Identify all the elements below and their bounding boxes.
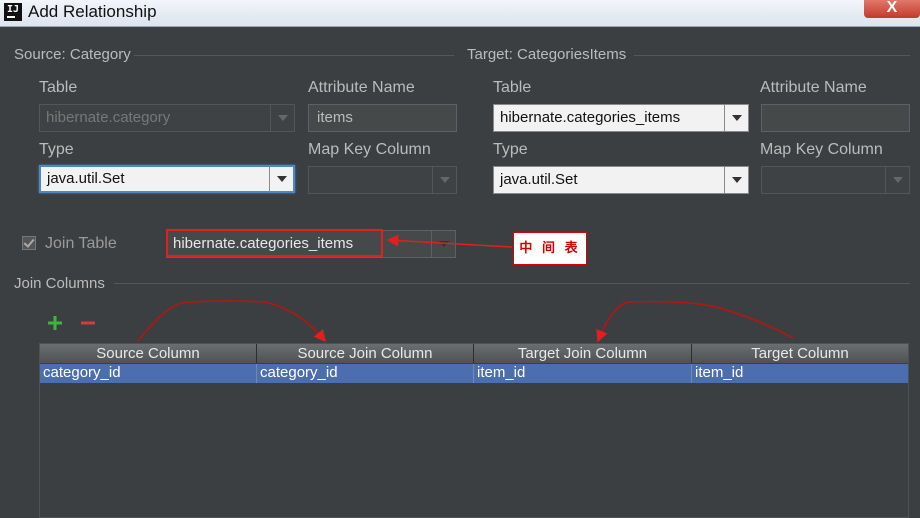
table-cell[interactable]: item_id xyxy=(692,364,908,383)
join-columns-table[interactable]: Source Column Source Join Column Target … xyxy=(39,343,909,518)
table-row[interactable]: category_id category_id item_id item_id xyxy=(40,364,908,383)
table-cell[interactable]: category_id xyxy=(257,364,474,383)
annotation-arrow-join-table xyxy=(386,234,513,248)
annotation-arrow-target xyxy=(596,300,794,343)
minus-icon[interactable] xyxy=(79,314,97,332)
table-cell[interactable]: item_id xyxy=(474,364,692,383)
join-columns-header: Join Columns xyxy=(14,275,105,292)
join-columns-separator xyxy=(114,283,910,284)
column-header-source-column[interactable]: Source Column xyxy=(40,344,257,363)
annotation-arrow-source xyxy=(137,300,326,343)
column-header-target-column[interactable]: Target Column xyxy=(692,344,908,363)
table-cell[interactable]: category_id xyxy=(40,364,257,383)
column-header-target-join-column[interactable]: Target Join Column xyxy=(474,344,692,363)
column-header-source-join-column[interactable]: Source Join Column xyxy=(257,344,474,363)
plus-icon[interactable] xyxy=(46,314,64,332)
